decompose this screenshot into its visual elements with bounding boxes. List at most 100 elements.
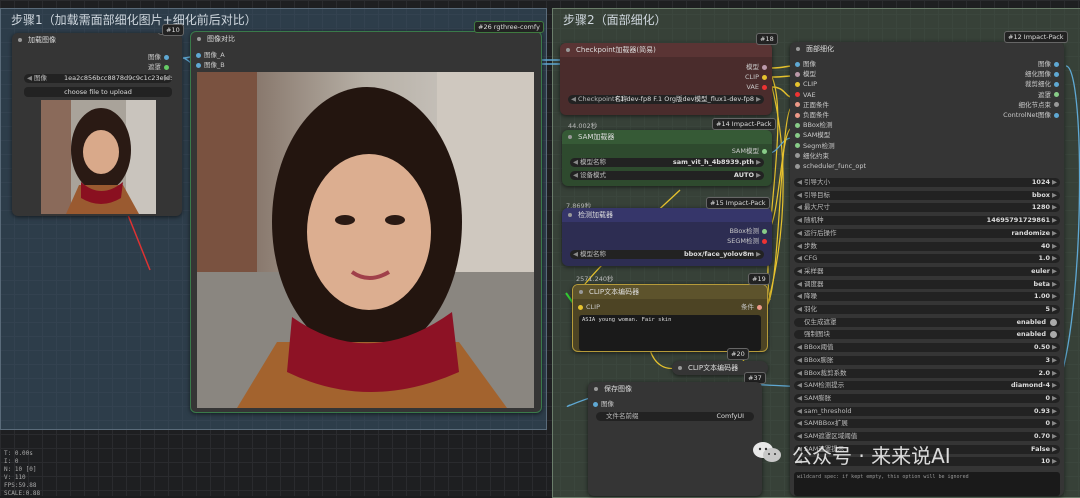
arrow-left-icon[interactable]: ◀ <box>797 242 802 251</box>
arrow-right-icon[interactable]: ▶ <box>756 158 761 167</box>
arrow-left-icon[interactable]: ◀ <box>797 356 802 365</box>
clip-dot-icon[interactable] <box>762 74 767 80</box>
clip-encoder-node[interactable]: CLIP文本编码器 CLIP 条件 ASIA young woman. Fair… <box>572 284 768 352</box>
face-detailer-widget[interactable]: ◀ 引导目标 bbox ▶ <box>794 190 1060 200</box>
clip-input-dot-icon[interactable] <box>578 304 583 310</box>
arrow-left-icon[interactable]: ◀ <box>797 254 802 263</box>
face-detailer-input[interactable]: 图像 <box>792 60 816 69</box>
face-detailer-input[interactable]: BBox检测 <box>792 121 833 130</box>
arrow-left-icon[interactable]: ◀ <box>797 178 802 187</box>
compare-image-preview[interactable] <box>197 72 534 408</box>
input-dot-icon[interactable] <box>795 61 800 67</box>
arrow-right-icon[interactable]: ▶ <box>1052 356 1057 365</box>
face-detailer-input[interactable]: 负面条件 <box>792 111 829 120</box>
model-dot-icon[interactable] <box>762 64 767 70</box>
arrow-left-icon[interactable]: ◀ <box>797 267 802 276</box>
arrow-right-icon[interactable]: ▶ <box>1052 254 1057 263</box>
output-model[interactable]: 模型 <box>746 63 770 72</box>
sam-model-select[interactable]: ◀ 模型名称 sam_vit_h_4b8939.pth ▶ <box>570 158 764 167</box>
sam-loader-node[interactable]: SAM加载器 SAM模型 ◀ 模型名称 sam_vit_h_4b8939.pth… <box>562 130 772 186</box>
face-detailer-output[interactable]: 图像 <box>1038 60 1062 69</box>
arrow-left-icon[interactable]: ◀ <box>797 203 802 212</box>
arrow-right-icon[interactable]: ▶ <box>1052 369 1057 378</box>
face-detailer-widget[interactable]: ◀ BBox裁剪系数 2.0 ▶ <box>794 368 1060 378</box>
arrow-right-icon[interactable]: ▶ <box>1052 432 1057 441</box>
arrow-left-icon[interactable]: ◀ <box>797 381 802 390</box>
face-detailer-output[interactable]: 遮罩 <box>1038 91 1062 100</box>
face-detailer-widget[interactable]: ◀ CFG 1.0 ▶ <box>794 254 1060 264</box>
output-mask-dot-icon[interactable] <box>164 64 169 70</box>
save-input-dot-icon[interactable] <box>593 401 598 407</box>
arrow-left-icon[interactable]: ◀ <box>797 394 802 403</box>
face-detailer-input[interactable]: CLIP <box>792 80 817 89</box>
face-detailer-widget[interactable]: ◀ SAM检测提示 diamond-4 ▶ <box>794 381 1060 391</box>
input-dot-icon[interactable] <box>795 122 800 128</box>
arrow-left-icon[interactable]: ◀ <box>797 369 802 378</box>
output-dot-icon[interactable] <box>1054 92 1059 98</box>
output-dot-icon[interactable] <box>1054 81 1059 87</box>
face-detailer-widget[interactable]: ◀ 调度器 beta ▶ <box>794 279 1060 289</box>
output-vae[interactable]: VAE <box>746 83 770 92</box>
face-detailer-output[interactable]: 细化图像 <box>1025 70 1062 79</box>
face-detailer-input[interactable]: scheduler_func_opt <box>792 162 866 171</box>
arrow-right-icon[interactable]: ▶ <box>1052 280 1057 289</box>
output-dot-icon[interactable] <box>1054 102 1059 108</box>
input-dot-icon[interactable] <box>795 153 800 159</box>
arrow-right-icon[interactable]: ▶ <box>1052 203 1057 212</box>
arrow-right-icon[interactable]: ▶ <box>1052 381 1057 390</box>
arrow-left-icon[interactable]: ◀ <box>797 292 802 301</box>
checkpoint-name-select[interactable]: ◀ Checkpoint名称 F.1-dev-fp8 F.1 Org版dev模型… <box>568 95 764 104</box>
arrow-left-icon[interactable]: ◀ <box>797 280 802 289</box>
output-dot-icon[interactable] <box>1054 61 1059 67</box>
face-detailer-output[interactable]: 细化节点束 <box>1019 101 1063 110</box>
output-image-dot-icon[interactable] <box>164 54 169 60</box>
arrow-right-icon[interactable]: ▶ <box>1052 445 1057 454</box>
face-detailer-input[interactable]: Segm检测 <box>792 142 835 151</box>
input-dot-icon[interactable] <box>795 92 800 98</box>
arrow-left-icon[interactable]: ◀ <box>571 95 576 104</box>
segm-dot-icon[interactable] <box>762 238 767 244</box>
output-segm-detector[interactable]: SEGM检测 <box>727 237 770 246</box>
detector-model-select[interactable]: ◀ 模型名称 bbox/face_yolov8m ▶ <box>570 250 764 259</box>
toggle-knob-icon[interactable] <box>1050 318 1057 326</box>
arrow-right-icon[interactable]: ▶ <box>1052 178 1057 187</box>
toggle-knob-icon[interactable] <box>1050 331 1057 339</box>
image-compare-node[interactable]: 图像对比 图像_A 图像_B <box>190 31 542 413</box>
checkpoint-loader-node[interactable]: Checkpoint加载器(简易) 模型 CLIP VAE ◀ Checkpoi… <box>560 43 772 115</box>
input-image-a[interactable]: 图像_A <box>193 51 225 60</box>
output-bbox-detector[interactable]: BBox检测 <box>729 227 770 236</box>
arrow-right-icon[interactable]: ▶ <box>1052 216 1057 225</box>
arrow-right-icon[interactable]: ▶ <box>756 171 761 180</box>
input-dot-icon[interactable] <box>795 71 800 77</box>
face-detailer-widget[interactable]: ◀ 羽化 5 ▶ <box>794 305 1060 314</box>
face-detailer-widget[interactable]: 强制图块 enabled <box>794 330 1060 340</box>
cond-dot-icon[interactable] <box>757 304 762 310</box>
filename-prefix-input[interactable]: 文件名前缀 ComfyUI <box>596 412 754 421</box>
face-detailer-widget[interactable]: ◀ BBox阈值 0.50 ▶ <box>794 343 1060 353</box>
face-detailer-widget[interactable]: ◀ 步数 40 ▶ <box>794 241 1060 251</box>
wildcard-textarea[interactable]: wildcard spec: if kept empty, this optio… <box>794 472 1060 496</box>
input-dot-icon[interactable] <box>795 112 800 118</box>
face-detailer-widget[interactable]: ◀ SAM膨胀 0 ▶ <box>794 393 1060 403</box>
device-mode-select[interactable]: ◀ 设备模式 AUTO ▶ <box>570 171 764 180</box>
output-conditioning[interactable]: 条件 <box>741 303 765 312</box>
arrow-right-icon[interactable]: ▶ <box>1052 191 1057 200</box>
arrow-left-icon[interactable]: ◀ <box>27 74 32 83</box>
arrow-right-icon[interactable]: ▶ <box>756 250 761 259</box>
input-image-b[interactable]: 图像_B <box>193 61 225 70</box>
arrow-right-icon[interactable]: ▶ <box>1052 419 1057 428</box>
arrow-right-icon[interactable]: ▶ <box>1052 242 1057 251</box>
arrow-right-icon[interactable]: ▶ <box>1052 229 1057 238</box>
input-dot-icon[interactable] <box>795 81 800 87</box>
arrow-right-icon[interactable]: ▶ <box>1052 292 1057 301</box>
image-file-select[interactable]: ◀ 图像 1ea2c856bcc8878d9c9c1c23efd5d… ▶ <box>24 74 172 83</box>
sam-dot-icon[interactable] <box>762 148 767 154</box>
input-dot-icon[interactable] <box>795 163 800 169</box>
output-image[interactable]: 图像 <box>148 53 172 62</box>
arrow-right-icon[interactable]: ▶ <box>1052 343 1057 352</box>
save-image-node[interactable]: 保存图像 图像 文件名前缀 ComfyUI <box>588 382 762 496</box>
arrow-left-icon[interactable]: ◀ <box>573 250 578 259</box>
arrow-right-icon[interactable]: ▶ <box>1052 305 1057 314</box>
arrow-left-icon[interactable]: ◀ <box>797 343 802 352</box>
face-detailer-input[interactable]: SAM模型 <box>792 131 830 140</box>
